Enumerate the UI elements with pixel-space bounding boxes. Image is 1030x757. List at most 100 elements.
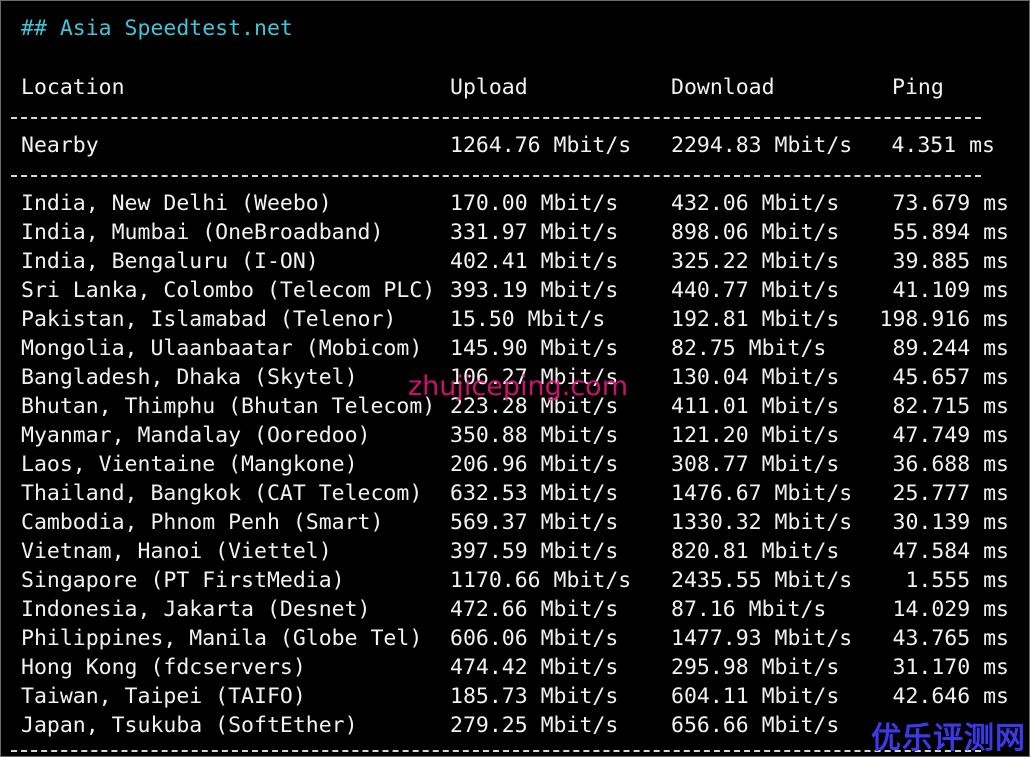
row-download: 295.98 Mbit/s	[671, 655, 840, 680]
row-download: 898.06 Mbit/s	[671, 220, 840, 245]
row-download: 1330.32 Mbit/s	[671, 510, 853, 535]
row-download: 192.81 Mbit/s	[671, 307, 840, 332]
nearby-upload: 1264.76 Mbit/s	[450, 133, 632, 158]
table-row: Thailand, Bangkok (CAT Telecom) 632.53 Mb…	[1, 479, 1030, 508]
row-location: India, New Delhi (Weebo)	[21, 191, 332, 216]
terminal-window: ## Asia Speedtest.net Location Upload Do…	[0, 0, 1030, 757]
row-location: Cambodia, Phnom Penh (Smart)	[21, 510, 384, 535]
table-row: Mongolia, Ulaanbaatar (Mobicom) 145.90 Mb…	[1, 334, 1030, 363]
row-location: Hong Kong (fdcservers)	[21, 655, 306, 680]
row-download: 130.04 Mbit/s	[671, 365, 840, 390]
row-ping: 41.109 ms	[892, 278, 1010, 303]
row-download: 308.77 Mbit/s	[671, 452, 840, 477]
row-download: 820.81 Mbit/s	[671, 539, 840, 564]
row-ping: 82.715 ms	[892, 394, 1010, 419]
row-location: Thailand, Bangkok (CAT Telecom)	[21, 481, 423, 506]
row-upload: 393.19 Mbit/s	[450, 278, 619, 303]
table-row: Indonesia, Jakarta (Desnet) 472.66 Mbit/s…	[1, 595, 1030, 624]
row-location: Bhutan, Thimphu (Bhutan Telecom)	[21, 394, 436, 419]
table-header: Location Upload Download Ping	[1, 73, 1030, 102]
table-row: Myanmar, Mandalay (Ooredoo) 350.88 Mbit/s…	[1, 421, 1030, 450]
row-location: India, Bengaluru (I-ON)	[21, 249, 319, 274]
row-ping: 14.029 ms	[892, 597, 1010, 622]
row-ping: 1.555 ms	[905, 568, 1009, 593]
row-ping: 42.646 ms	[892, 684, 1010, 709]
table-row: Pakistan, Islamabad (Telenor) 15.50 Mbit/…	[1, 305, 1030, 334]
row-upload: 331.97 Mbit/s	[450, 220, 619, 245]
row-download: 87.16 Mbit/s	[671, 597, 827, 622]
row-upload: 397.59 Mbit/s	[450, 539, 619, 564]
row-location: Bangladesh, Dhaka (Skytel)	[21, 365, 358, 390]
row-location: Indonesia, Jakarta (Desnet)	[21, 597, 371, 622]
row-download: 121.20 Mbit/s	[671, 423, 840, 448]
section-title: ## Asia Speedtest.net	[21, 16, 293, 41]
row-upload: 145.90 Mbit/s	[450, 336, 619, 361]
row-ping: 73.679 ms	[892, 191, 1010, 216]
row-download: 440.77 Mbit/s	[671, 278, 840, 303]
row-upload: 569.37 Mbit/s	[450, 510, 619, 535]
row-location: Pakistan, Islamabad (Telenor)	[21, 307, 397, 332]
row-location: Laos, Vientaine (Mangkone)	[21, 452, 358, 477]
table-row: Laos, Vientaine (Mangkone) 206.96 Mbit/s 3…	[1, 450, 1030, 479]
row-location: Myanmar, Mandalay (Ooredoo)	[21, 423, 371, 448]
row-ping: 198.916 ms	[879, 307, 1009, 332]
table-row: Hong Kong (fdcservers) 474.42 Mbit/s 295.9…	[1, 653, 1030, 682]
table-row: Cambodia, Phnom Penh (Smart) 569.37 Mbit/…	[1, 508, 1030, 537]
table-row: Taiwan, Taipei (TAIFO) 185.73 Mbit/s 604.1…	[1, 682, 1030, 711]
row-download: 604.11 Mbit/s	[671, 684, 840, 709]
row-upload: 402.41 Mbit/s	[450, 249, 619, 274]
table-row: Philippines, Manila (Globe Tel) 606.06 Mb…	[1, 624, 1030, 653]
divider-middle	[11, 175, 981, 177]
table-row: Sri Lanka, Colombo (Telecom PLC) 393.19 M…	[1, 276, 1030, 305]
table-row: India, Mumbai (OneBroadband) 331.97 Mbit/…	[1, 218, 1030, 247]
row-ping: 30.139 ms	[892, 510, 1010, 535]
row-location: India, Mumbai (OneBroadband)	[21, 220, 384, 245]
row-ping: 47.584 ms	[892, 539, 1010, 564]
row-location: Taiwan, Taipei (TAIFO)	[21, 684, 306, 709]
row-download: 1477.93 Mbit/s	[671, 626, 853, 651]
row-location: Sri Lanka, Colombo (Telecom PLC)	[21, 278, 436, 303]
header-download: Download	[671, 75, 775, 100]
header-upload: Upload	[450, 75, 528, 100]
row-upload: 1170.66 Mbit/s	[450, 568, 632, 593]
row-ping: 89.244 ms	[892, 336, 1010, 361]
row-download: 2435.55 Mbit/s	[671, 568, 853, 593]
table-row: Vietnam, Hanoi (Viettel) 397.59 Mbit/s 820…	[1, 537, 1030, 566]
row-ping: 39.885 ms	[892, 249, 1010, 274]
row-ping: 31.170 ms	[892, 655, 1010, 680]
row-location: Philippines, Manila (Globe Tel)	[21, 626, 423, 651]
row-upload: 206.96 Mbit/s	[450, 452, 619, 477]
row-ping: 43.765 ms	[892, 626, 1010, 651]
table-row: Singapore (PT FirstMedia) 1170.66 Mbit/s 2…	[1, 566, 1030, 595]
divider-bottom	[11, 750, 981, 752]
row-ping: 25.777 ms	[892, 481, 1010, 506]
header-ping: Ping	[892, 75, 944, 100]
row-upload: 606.06 Mbit/s	[450, 626, 619, 651]
row-upload: 474.42 Mbit/s	[450, 655, 619, 680]
table-row: India, Bengaluru (I-ON) 402.41 Mbit/s 325.…	[1, 247, 1030, 276]
row-upload: 632.53 Mbit/s	[450, 481, 619, 506]
table-row: India, New Delhi (Weebo) 170.00 Mbit/s 432…	[1, 189, 1030, 218]
row-upload: 170.00 Mbit/s	[450, 191, 619, 216]
row-download: 656.66 Mbit/s	[671, 713, 840, 738]
row-location: Singapore (PT FirstMedia)	[21, 568, 345, 593]
nearby-location: Nearby	[21, 133, 99, 158]
table-row-nearby: Nearby 1264.76 Mbit/s 2294.83 Mbit/s 4.3…	[1, 131, 1030, 160]
row-location: Japan, Tsukuba (SoftEther)	[21, 713, 358, 738]
row-ping: 36.688 ms	[892, 452, 1010, 477]
row-location: Vietnam, Hanoi (Viettel)	[21, 539, 332, 564]
nearby-ping: 4.351 ms	[891, 133, 995, 158]
corner-logo: 优乐评测网	[871, 721, 1026, 756]
divider-top	[11, 117, 981, 119]
row-download: 411.01 Mbit/s	[671, 394, 840, 419]
row-upload: 279.25 Mbit/s	[450, 713, 619, 738]
header-location: Location	[21, 75, 125, 100]
row-download: 1476.67 Mbit/s	[671, 481, 853, 506]
row-location: Mongolia, Ulaanbaatar (Mobicom)	[21, 336, 423, 361]
row-ping: 47.749 ms	[892, 423, 1010, 448]
row-upload: 15.50 Mbit/s	[450, 307, 606, 332]
watermark-text: zhujiceping.com	[408, 371, 628, 402]
row-upload: 472.66 Mbit/s	[450, 597, 619, 622]
row-download: 432.06 Mbit/s	[671, 191, 840, 216]
row-ping: 55.894 ms	[892, 220, 1010, 245]
